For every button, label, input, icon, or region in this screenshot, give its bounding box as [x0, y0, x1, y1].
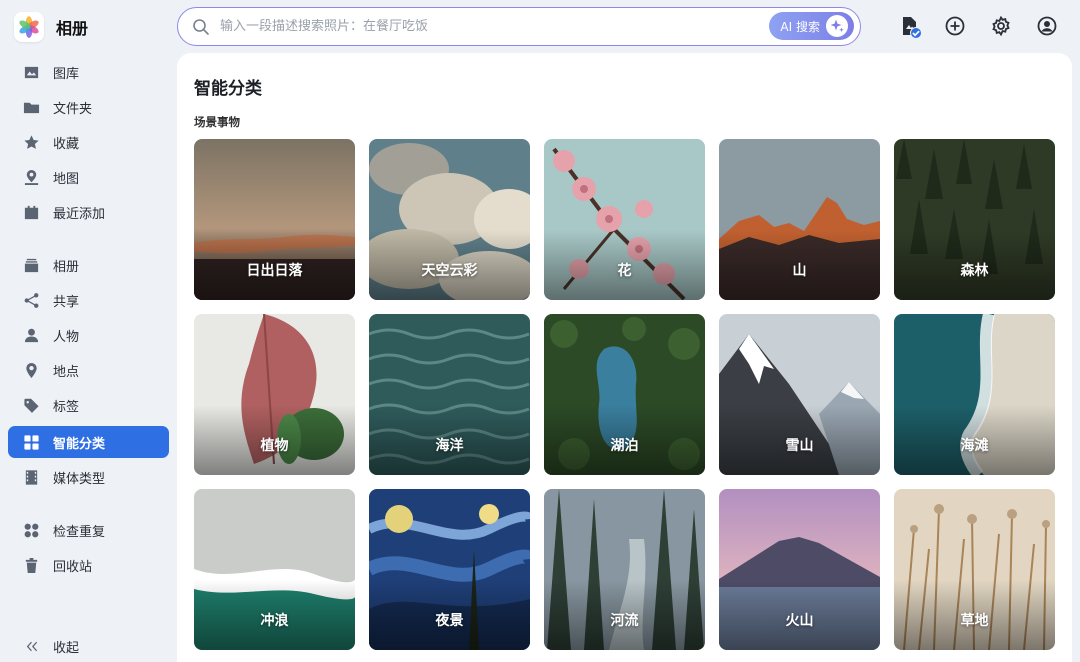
sidebar-item-label: 智能分类 [53, 436, 106, 452]
category-tile-snow-mountain[interactable]: 雪山 [719, 314, 880, 475]
category-tile-mountain[interactable]: 山 [719, 139, 880, 300]
star-icon [22, 133, 40, 151]
add-icon [945, 16, 965, 36]
category-tile-ocean[interactable]: 海洋 [369, 314, 530, 475]
sidebar-item-label: 标签 [53, 399, 80, 415]
tile-label: 花 [617, 263, 632, 279]
sparkle-icon [826, 15, 848, 37]
collapse-label: 收起 [53, 640, 80, 656]
sidebar-item-duplicates[interactable]: 检查重复 [8, 514, 169, 546]
grid-icon [22, 433, 40, 451]
share-icon [22, 291, 40, 309]
app-header: 相册 [14, 12, 88, 42]
sidebar-collapse-button[interactable]: 收起 [8, 630, 169, 662]
category-tile-plants[interactable]: 植物 [194, 314, 355, 475]
category-tile-grassland[interactable]: 草地 [894, 489, 1055, 650]
page-title: 智能分类 [194, 79, 262, 99]
sidebar-item-label: 共享 [53, 294, 80, 310]
sidebar-item-label: 媒体类型 [53, 471, 106, 487]
category-tile-volcano[interactable]: 火山 [719, 489, 880, 650]
photos-logo-icon [14, 12, 44, 42]
check-badge-icon [910, 27, 922, 39]
map-pin-icon [22, 168, 40, 186]
image-icon [22, 63, 40, 81]
sidebar: 相册 图库 文件夹 收藏 地图 最近添加 相册 共享 人物 地点 标签 智能分类… [0, 0, 176, 662]
section-title: 场景事物 [194, 115, 240, 129]
person-icon [22, 326, 40, 344]
tile-label: 冲浪 [260, 613, 289, 629]
sidebar-item-folders[interactable]: 文件夹 [8, 91, 169, 123]
location-icon [22, 361, 40, 379]
sidebar-item-places[interactable]: 地点 [8, 354, 169, 386]
tile-label: 天空云彩 [421, 263, 478, 279]
category-tile-surf[interactable]: 冲浪 [194, 489, 355, 650]
sidebar-item-label: 人物 [53, 329, 80, 345]
app-title: 相册 [56, 19, 89, 38]
sidebar-item-recent[interactable]: 最近添加 [8, 196, 169, 228]
tag-icon [22, 396, 40, 414]
ai-search-button[interactable]: AI 搜索 [769, 12, 854, 40]
sidebar-item-shared[interactable]: 共享 [8, 284, 169, 316]
add-button[interactable] [940, 11, 970, 41]
sidebar-item-favorites[interactable]: 收藏 [8, 126, 169, 158]
sidebar-item-smart-categories[interactable]: 智能分类 [8, 426, 169, 458]
tile-label: 河流 [610, 613, 639, 629]
sidebar-item-label: 相册 [53, 259, 80, 275]
account-icon [1037, 16, 1057, 36]
search-bar: AI 搜索 [177, 7, 861, 46]
double-chevron-left-icon [22, 637, 40, 655]
ai-search-label: AI 搜索 [780, 19, 820, 34]
tile-label: 日出日落 [246, 263, 303, 279]
sidebar-item-label: 检查重复 [53, 524, 106, 540]
sidebar-item-label: 文件夹 [53, 101, 93, 117]
sidebar-item-albums[interactable]: 相册 [8, 249, 169, 281]
tile-label: 雪山 [785, 438, 814, 454]
tile-label: 夜景 [435, 613, 464, 629]
search-input[interactable] [220, 19, 860, 34]
sidebar-item-label: 图库 [53, 66, 80, 82]
account-button[interactable] [1032, 11, 1062, 41]
tile-label: 山 [792, 263, 807, 279]
category-tile-flowers[interactable]: 花 [544, 139, 705, 300]
category-tile-river[interactable]: 河流 [544, 489, 705, 650]
folder-icon [22, 98, 40, 116]
settings-icon [992, 15, 1010, 37]
sidebar-item-map[interactable]: 地图 [8, 161, 169, 193]
sidebar-item-tags[interactable]: 标签 [8, 389, 169, 421]
sidebar-item-label: 最近添加 [53, 206, 106, 222]
upload-status-button[interactable] [894, 11, 924, 41]
tile-label: 植物 [260, 438, 289, 454]
tile-label: 草地 [960, 613, 989, 629]
settings-button[interactable] [986, 11, 1016, 41]
sidebar-item-media-types[interactable]: 媒体类型 [8, 461, 169, 493]
category-tile-lake[interactable]: 湖泊 [544, 314, 705, 475]
calendar-icon [22, 203, 40, 221]
album-stack-icon [22, 256, 40, 274]
category-tile-beach[interactable]: 海滩 [894, 314, 1055, 475]
tile-label: 森林 [960, 263, 989, 279]
sidebar-item-library[interactable]: 图库 [8, 56, 169, 88]
duplicate-icon [22, 521, 40, 539]
tile-label: 海洋 [435, 438, 464, 454]
tile-label: 湖泊 [610, 438, 639, 454]
category-tile-sunset[interactable]: 日出日落 [194, 139, 355, 300]
category-tile-forest[interactable]: 森林 [894, 139, 1055, 300]
trash-icon [22, 556, 40, 574]
tile-label: 火山 [785, 613, 814, 629]
film-icon [22, 468, 40, 486]
sidebar-item-trash[interactable]: 回收站 [8, 549, 169, 581]
sidebar-item-label: 地图 [53, 171, 80, 187]
tile-label: 海滩 [960, 438, 989, 454]
category-tile-night-scene[interactable]: 夜景 [369, 489, 530, 650]
sidebar-item-label: 收藏 [53, 136, 80, 152]
category-tile-sky-clouds[interactable]: 天空云彩 [369, 139, 530, 300]
sidebar-item-label: 地点 [53, 364, 80, 380]
main-panel: 智能分类 场景事物 日出日落 天空云彩 花 山 森林 植物 海洋 湖泊 雪山 海… [177, 53, 1072, 662]
sidebar-item-label: 回收站 [53, 559, 93, 575]
search-icon [193, 18, 209, 35]
sidebar-item-people[interactable]: 人物 [8, 319, 169, 351]
